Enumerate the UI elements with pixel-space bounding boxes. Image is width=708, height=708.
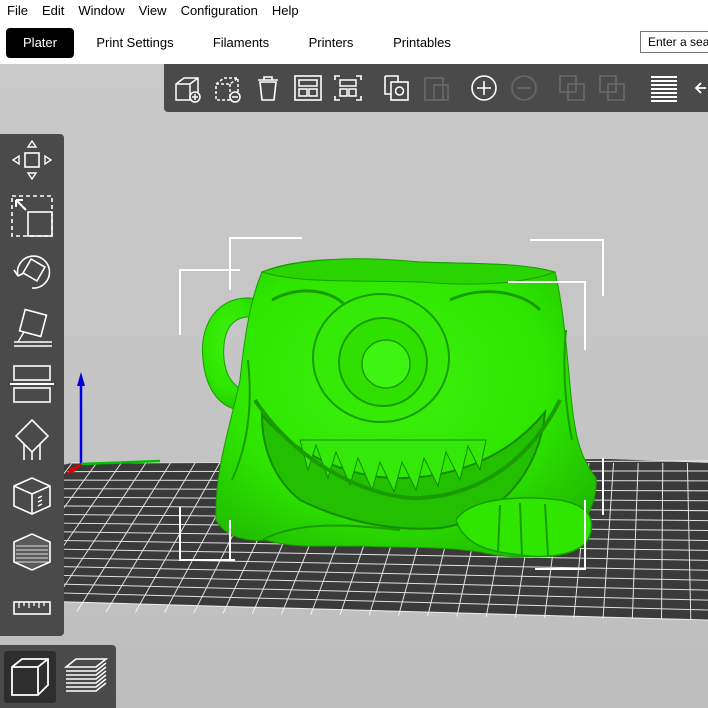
copy-icon <box>384 75 409 101</box>
add-object-icon <box>175 77 201 103</box>
paint-supports-button[interactable] <box>8 416 56 464</box>
tab-printers[interactable]: Printers <box>300 28 362 58</box>
delete-all-button[interactable] <box>250 70 286 106</box>
left-toolbar <box>0 134 64 636</box>
rotate-button[interactable] <box>8 248 56 296</box>
3d-view-button[interactable] <box>4 651 56 703</box>
tab-print-settings[interactable]: Print Settings <box>90 28 180 58</box>
3d-viewport[interactable] <box>0 64 708 708</box>
copy-button[interactable] <box>378 70 414 106</box>
arrange-icon <box>294 75 322 101</box>
arrange-selection-button[interactable] <box>330 70 366 106</box>
menu-window[interactable]: Window <box>71 0 131 22</box>
delete-all-icon <box>258 76 278 101</box>
rotate-icon <box>13 255 51 289</box>
move-icon <box>11 139 53 181</box>
cut-button[interactable] <box>8 360 56 408</box>
mmu-painting-icon <box>13 533 51 571</box>
scale-button[interactable] <box>8 192 56 240</box>
preview-button[interactable] <box>60 651 112 703</box>
delete-object-icon <box>215 77 241 103</box>
menu-file[interactable]: File <box>0 0 35 22</box>
remove-instance-icon <box>511 75 537 101</box>
seam-painting-button[interactable] <box>8 472 56 520</box>
menu-edit[interactable]: Edit <box>35 0 71 22</box>
place-on-face-icon <box>14 308 52 347</box>
variable-layer-height-icon <box>651 76 677 102</box>
split-objects-button[interactable] <box>554 70 590 106</box>
variable-layer-height-button[interactable] <box>646 70 682 106</box>
undo-button[interactable] <box>686 70 708 106</box>
split-parts-icon <box>599 75 625 101</box>
mmu-painting-button[interactable] <box>8 528 56 576</box>
split-parts-button[interactable] <box>594 70 630 106</box>
top-toolbar <box>164 64 708 112</box>
menu-configuration[interactable]: Configuration <box>174 0 265 22</box>
split-objects-icon <box>559 75 585 101</box>
remove-instance-button[interactable] <box>506 70 542 106</box>
tab-bar: Plater Print Settings Filaments Printers… <box>0 22 708 65</box>
menu-view[interactable]: View <box>132 0 174 22</box>
measure-icon <box>13 601 51 615</box>
place-on-face-button[interactable] <box>8 304 56 352</box>
arrange-selection-icon <box>334 75 362 101</box>
tab-plater[interactable]: Plater <box>6 28 74 58</box>
measure-button[interactable] <box>8 584 56 632</box>
scene-canvas <box>0 237 708 621</box>
arrange-button[interactable] <box>290 70 326 106</box>
menu-help[interactable]: Help <box>265 0 306 22</box>
axes-gizmo <box>66 372 161 475</box>
delete-object-button[interactable] <box>210 70 246 106</box>
scale-icon <box>11 195 53 237</box>
3d-view-icon <box>11 658 49 696</box>
search-input[interactable] <box>640 31 708 53</box>
paste-button[interactable] <box>418 70 454 106</box>
add-object-button[interactable] <box>170 70 206 106</box>
cut-icon <box>10 365 54 403</box>
paste-icon <box>424 77 449 101</box>
move-button[interactable] <box>8 136 56 184</box>
add-instance-icon <box>471 75 497 101</box>
menu-bar: File Edit Window View Configuration Help <box>0 0 708 22</box>
tab-printables[interactable]: Printables <box>386 28 458 58</box>
tab-filaments[interactable]: Filaments <box>204 28 278 58</box>
add-instance-button[interactable] <box>466 70 502 106</box>
model-cyclops-mug[interactable] <box>201 258 597 558</box>
paint-supports-icon <box>14 418 50 460</box>
view-toolbar <box>0 645 116 708</box>
undo-icon <box>694 82 706 94</box>
preview-layers-icon <box>63 658 109 692</box>
seam-painting-icon <box>13 477 51 515</box>
